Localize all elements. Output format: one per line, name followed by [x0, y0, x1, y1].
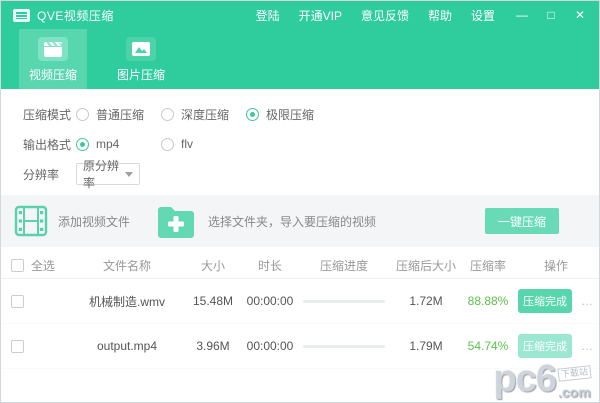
file-size: 3.96M — [185, 339, 241, 353]
header-file-name: 文件名称 — [69, 257, 185, 274]
compress-all-button[interactable]: 一键压缩 — [485, 208, 559, 234]
resolution-select[interactable]: 原分辨率 — [76, 163, 140, 185]
file-table: 全选 文件名称 大小 时长 压缩进度 压缩后大小 压缩率 操作 机械制造.wmv… — [1, 253, 599, 369]
file-actions-bar: 添加视频文件 选择文件夹，导入要压缩的视频 一键压缩 — [1, 195, 599, 247]
row-checkbox[interactable] — [11, 295, 24, 308]
radio-icon — [161, 108, 174, 121]
compression-ratio: 88.88% — [463, 294, 513, 308]
select-all-checkbox[interactable] — [11, 259, 24, 272]
titlebar: QVE视频压缩 登陆 开通VIP 意见反馈 帮助 设置 — □ ✕ — [1, 1, 599, 29]
settings-form: 压缩模式 普通压缩 深度压缩 极限压缩 输出格式 mp4 flv — [1, 89, 599, 189]
radio-mp4[interactable]: mp4 — [76, 137, 161, 151]
progress-bar — [299, 300, 389, 303]
menu-help[interactable]: 帮助 — [428, 7, 452, 24]
add-video-label[interactable]: 添加视频文件 — [58, 213, 130, 230]
app-window: QVE视频压缩 登陆 开通VIP 意见反馈 帮助 设置 — □ ✕ 视频压缩 — [0, 0, 600, 403]
minimize-button[interactable]: — — [515, 8, 529, 22]
resolution-label: 分辨率 — [23, 166, 76, 183]
more-options-icon[interactable]: … — [581, 294, 594, 308]
header-operation: 操作 — [513, 257, 599, 274]
film-strip-icon[interactable] — [14, 204, 48, 238]
watermark-suffix: .com — [558, 384, 591, 400]
radio-checked-icon — [76, 138, 89, 151]
add-folder-icon[interactable] — [156, 205, 196, 238]
file-name: 机械制造.wmv — [69, 293, 185, 310]
compress-done-button[interactable]: 压缩完成 — [518, 334, 572, 358]
compression-ratio: 54.74% — [463, 339, 513, 353]
tab-video-label: 视频压缩 — [29, 66, 77, 83]
compressed-size: 1.79M — [389, 339, 463, 353]
window-title: QVE视频压缩 — [37, 7, 114, 24]
output-format-label: 输出格式 — [23, 136, 76, 153]
clapperboard-icon — [38, 37, 68, 61]
progress-bar — [299, 345, 389, 348]
window-controls: — □ ✕ — [515, 8, 587, 22]
radio-flv[interactable]: flv — [161, 137, 246, 151]
compressed-size: 1.72M — [389, 294, 463, 308]
header-progress: 压缩进度 — [299, 257, 389, 274]
radio-extreme-compress[interactable]: 极限压缩 — [246, 106, 331, 123]
menu-settings[interactable]: 设置 — [471, 7, 495, 24]
table-row: 机械制造.wmv 15.48M 00:00:00 1.72M 88.88% 压缩… — [1, 279, 599, 324]
tab-video-compress[interactable]: 视频压缩 — [19, 29, 87, 89]
titlebar-menu: 登陆 开通VIP 意见反馈 帮助 设置 — [256, 7, 495, 24]
radio-normal-compress[interactable]: 普通压缩 — [76, 106, 161, 123]
file-size: 15.48M — [185, 294, 241, 308]
header-size: 大小 — [185, 257, 241, 274]
menu-feedback[interactable]: 意见反馈 — [361, 7, 409, 24]
header-duration: 时长 — [241, 257, 299, 274]
row-checkbox[interactable] — [11, 340, 24, 353]
menu-login[interactable]: 登陆 — [256, 7, 280, 24]
close-button[interactable]: ✕ — [573, 8, 587, 22]
select-folder-label: 选择文件夹，导入要压缩的视频 — [208, 213, 376, 230]
header-ratio: 压缩率 — [463, 257, 513, 274]
compress-mode-label: 压缩模式 — [23, 106, 76, 123]
file-duration: 00:00:00 — [241, 339, 299, 353]
resolution-row: 分辨率 原分辨率 — [23, 159, 599, 189]
chevron-down-icon — [125, 172, 133, 177]
radio-icon — [76, 108, 89, 121]
compress-done-button[interactable]: 压缩完成 — [518, 289, 572, 313]
header-compressed-size: 压缩后大小 — [389, 257, 463, 274]
radio-checked-icon — [246, 108, 259, 121]
image-icon — [126, 37, 156, 61]
app-logo-icon — [13, 9, 30, 22]
output-format-row: 输出格式 mp4 flv — [23, 129, 599, 159]
compress-mode-row: 压缩模式 普通压缩 深度压缩 极限压缩 — [23, 99, 599, 129]
tab-strip: 视频压缩 图片压缩 — [1, 29, 599, 89]
file-duration: 00:00:00 — [241, 294, 299, 308]
more-options-icon[interactable]: … — [581, 339, 594, 353]
maximize-button[interactable]: □ — [544, 8, 558, 22]
table-header: 全选 文件名称 大小 时长 压缩进度 压缩后大小 压缩率 操作 — [1, 253, 599, 279]
tab-image-label: 图片压缩 — [117, 66, 165, 83]
select-all-label: 全选 — [31, 257, 55, 274]
menu-vip[interactable]: 开通VIP — [299, 7, 342, 24]
radio-deep-compress[interactable]: 深度压缩 — [161, 106, 246, 123]
tab-image-compress[interactable]: 图片压缩 — [107, 29, 175, 89]
radio-icon — [161, 138, 174, 151]
file-name: output.mp4 — [69, 339, 185, 353]
table-row: output.mp4 3.96M 00:00:00 1.79M 54.74% 压… — [1, 324, 599, 369]
